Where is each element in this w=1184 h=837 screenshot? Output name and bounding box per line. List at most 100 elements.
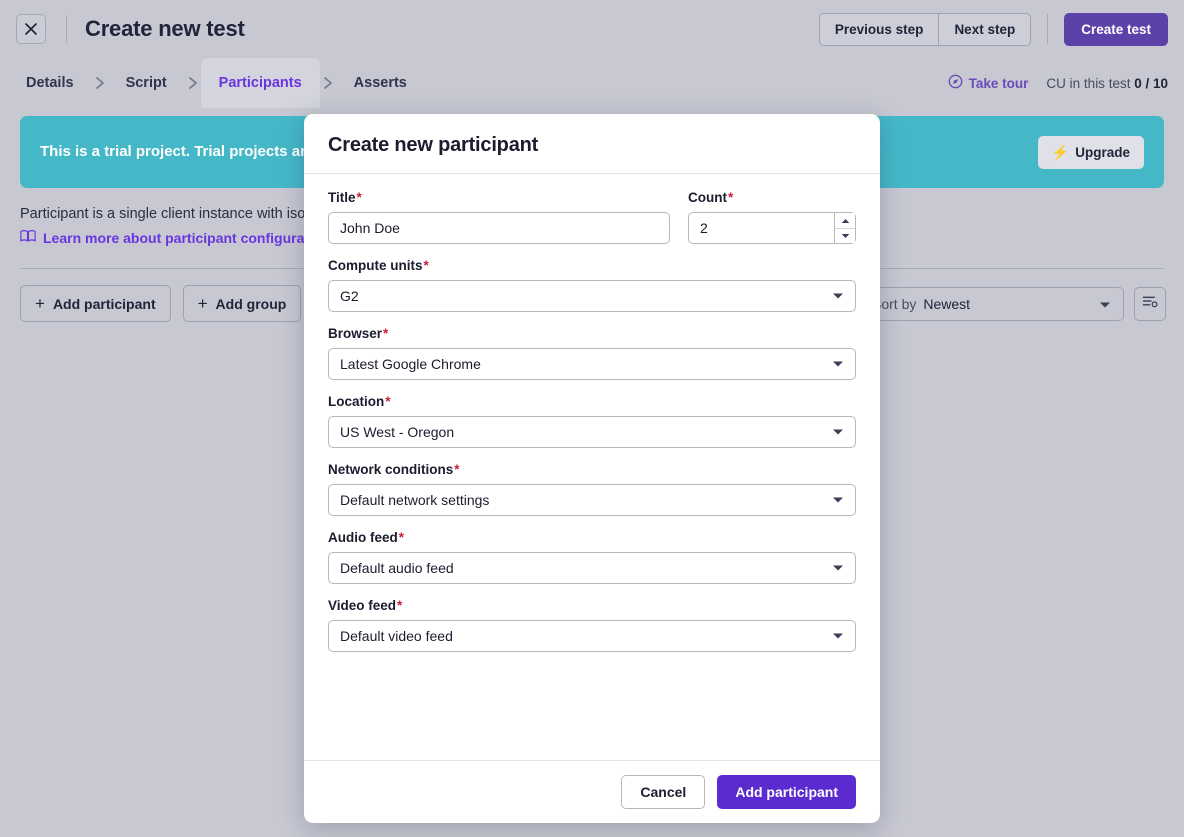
compute-units-label-text: Compute units [328, 258, 423, 273]
required-marker-count: * [727, 190, 734, 205]
location-select[interactable]: US West - Oregon [328, 416, 856, 448]
modal-title: Create new participant [328, 134, 539, 156]
add-group-button[interactable]: + Add group [182, 285, 302, 323]
tabs-right-group: Take tour CU in this test 0 / 10 [948, 58, 1184, 108]
video-feed-select[interactable]: Default video feed [328, 620, 856, 652]
chevron-down-icon-compute-units [832, 292, 844, 300]
required-marker-location: * [385, 394, 391, 409]
audio-feed-select[interactable]: Default audio feed [328, 552, 856, 584]
count-input[interactable] [688, 212, 856, 244]
take-tour-button[interactable]: Take tour [948, 74, 1029, 92]
network-conditions-label-text: Network conditions [328, 462, 454, 477]
add-group-label: Add group [215, 295, 287, 312]
list-settings-icon [1142, 294, 1159, 314]
field-browser: Browser* Latest Google Chrome [328, 326, 856, 380]
field-network-conditions: Network conditions* Default network sett… [328, 462, 856, 516]
modal-header: Create new participant [304, 114, 880, 174]
audio-feed-value: Default audio feed [340, 560, 454, 576]
close-button[interactable] [16, 14, 46, 44]
tab-participants[interactable]: Participants [200, 58, 320, 108]
plus-icon-1: + [35, 294, 45, 314]
chevron-right-icon-2 [185, 58, 201, 108]
upgrade-button[interactable]: ⚡ Upgrade [1037, 135, 1144, 169]
chevron-down-icon-browser [832, 360, 844, 368]
audio-feed-label: Audio feed* [328, 530, 856, 545]
tab-details[interactable]: Details [8, 58, 92, 108]
chevron-down-icon-video-feed [832, 632, 844, 640]
video-feed-value: Default video feed [340, 628, 453, 644]
chevron-right-icon-1 [92, 58, 108, 108]
book-icon [20, 228, 36, 248]
location-label-text: Location [328, 394, 385, 409]
learn-more-label: Learn more about participant configurati… [43, 230, 331, 247]
take-tour-label: Take tour [968, 75, 1029, 91]
tab-script[interactable]: Script [108, 58, 185, 108]
title-label: Title* [328, 190, 670, 205]
compute-units-value: G2 [340, 288, 359, 304]
next-step-button[interactable]: Next step [938, 13, 1031, 45]
learn-more-link[interactable]: Learn more about participant configurati… [20, 228, 330, 248]
field-compute-units: Compute units* G2 [328, 258, 856, 312]
step-tabs: Details Script Participants Asserts Take… [0, 58, 1184, 108]
cu-count-value: 0 / 10 [1134, 75, 1168, 91]
list-settings-button[interactable] [1134, 286, 1166, 321]
count-label: Count* [688, 190, 856, 205]
field-audio-feed: Audio feed* Default audio feed [328, 530, 856, 584]
network-conditions-select[interactable]: Default network settings [328, 484, 856, 516]
field-title: Title* [328, 190, 670, 244]
toolbar-right-group: Sort by Newest [859, 286, 1166, 321]
chevron-down-icon-sort [1099, 296, 1111, 312]
bolt-icon: ⚡ [1051, 143, 1070, 160]
required-marker-title: * [356, 190, 362, 205]
network-conditions-label: Network conditions* [328, 462, 856, 477]
title-count-row: Title* Count* [328, 190, 856, 244]
modal-footer: Cancel Add participant [304, 760, 880, 823]
count-label-text: Count [688, 190, 727, 205]
required-marker-compute-units: * [423, 258, 429, 273]
compute-units-label: Compute units* [328, 258, 856, 273]
create-test-button[interactable]: Create test [1064, 12, 1168, 46]
create-participant-modal: Create new participant Title* Count* [304, 114, 880, 823]
add-participant-button[interactable]: + Add participant [20, 285, 171, 323]
audio-feed-label-text: Audio feed [328, 530, 398, 545]
video-feed-label-text: Video feed [328, 598, 397, 613]
browser-value: Latest Google Chrome [340, 356, 481, 372]
required-marker-network-conditions: * [454, 462, 460, 477]
field-video-feed: Video feed* Default video feed [328, 598, 856, 652]
video-feed-label: Video feed* [328, 598, 856, 613]
page-title: Create new test [85, 16, 245, 41]
title-label-text: Title [328, 190, 356, 205]
title-input[interactable] [328, 212, 670, 244]
topbar: Create new test Previous step Next step … [0, 0, 1184, 58]
topbar-divider-2 [1047, 14, 1049, 44]
sort-by-value: Newest [923, 295, 971, 312]
cu-count: CU in this test 0 / 10 [1046, 76, 1168, 91]
field-location: Location* US West - Oregon [328, 394, 856, 448]
chevron-down-icon-network-conditions [832, 496, 844, 504]
cancel-button[interactable]: Cancel [621, 775, 706, 809]
tab-asserts[interactable]: Asserts [336, 58, 425, 108]
browser-select[interactable]: Latest Google Chrome [328, 348, 856, 380]
browser-label-text: Browser [328, 326, 383, 341]
topbar-actions: Previous step Next step Create test [818, 12, 1168, 46]
cu-count-label: CU in this test [1046, 75, 1131, 91]
close-icon [24, 22, 38, 36]
network-conditions-value: Default network settings [340, 492, 490, 508]
chevron-down-icon-audio-feed [832, 564, 844, 572]
required-marker-video-feed: * [397, 598, 403, 613]
count-stepper [688, 212, 856, 244]
compute-units-select[interactable]: G2 [328, 280, 856, 312]
location-label: Location* [328, 394, 856, 409]
browser-label: Browser* [328, 326, 856, 341]
plus-icon-2: + [197, 294, 208, 314]
add-participant-submit-button[interactable]: Add participant [717, 775, 856, 809]
count-increment-button[interactable] [835, 213, 855, 228]
count-spinner [834, 213, 855, 243]
chevron-right-icon-3 [320, 58, 336, 108]
location-value: US West - Oregon [340, 424, 455, 440]
required-marker-browser: * [383, 326, 389, 341]
previous-step-button[interactable]: Previous step [819, 13, 939, 45]
sort-by-select[interactable]: Sort by Newest [859, 286, 1124, 321]
count-decrement-button[interactable] [835, 228, 855, 243]
topbar-divider [66, 15, 67, 43]
